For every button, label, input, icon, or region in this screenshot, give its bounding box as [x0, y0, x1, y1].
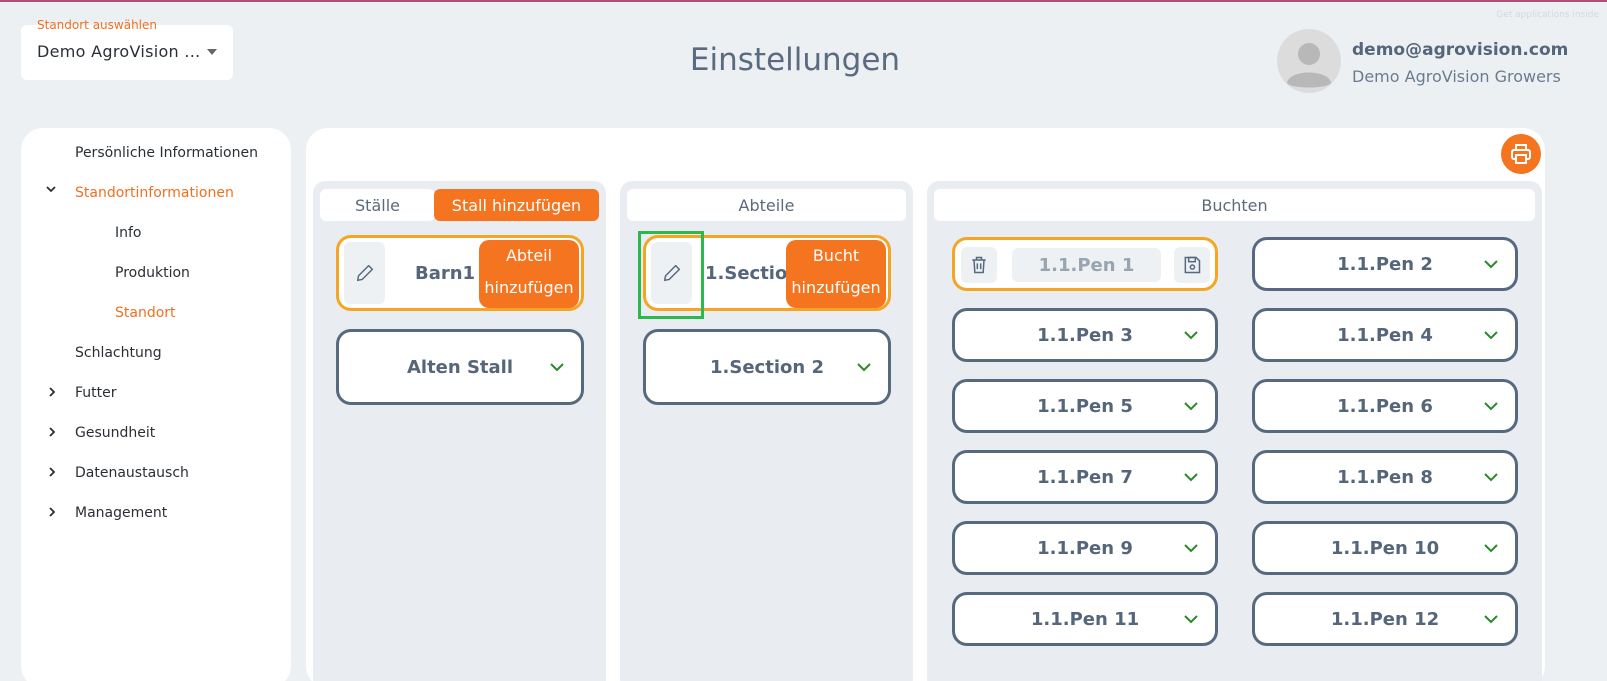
barns-column: Ställe Stall hinzufügen Barn1 Abteil hin…: [313, 181, 606, 681]
pen-card[interactable]: 1.1.Pen 9: [952, 521, 1218, 575]
save-button[interactable]: [1174, 247, 1210, 283]
pen-card-editing[interactable]: [952, 237, 1218, 291]
pen-name-input[interactable]: [1012, 248, 1161, 282]
pencil-icon: [356, 264, 373, 282]
pen-card[interactable]: 1.1.Pen 11: [952, 592, 1218, 646]
barn-name: Alten Stall: [406, 356, 514, 378]
chevron-down-icon: [1184, 544, 1198, 553]
add-section-button[interactable]: Abteil hinzufügen: [479, 240, 579, 308]
pen-card[interactable]: 1.1.Pen 10: [1252, 521, 1518, 575]
tab-barns[interactable]: Ställe: [320, 189, 435, 221]
chevron-down-icon: [857, 363, 871, 372]
sidebar-item-feed[interactable]: Futter: [75, 385, 117, 401]
user-silhouette-icon: [1287, 43, 1331, 88]
pen-card[interactable]: 1.1.Pen 2: [1252, 237, 1518, 291]
chevron-down-icon: [1484, 260, 1498, 269]
pen-name: 1.1.Pen 2: [1337, 253, 1433, 275]
chevron-down-icon: [1184, 402, 1198, 411]
pen-name: 1.1.Pen 4: [1337, 324, 1433, 346]
pen-name: 1.1.Pen 12: [1330, 608, 1440, 630]
add-pen-button[interactable]: Bucht hinzufügen: [786, 240, 886, 308]
delete-button[interactable]: [961, 247, 997, 283]
chevron-down-icon: [1184, 331, 1198, 340]
sidebar-item-management[interactable]: Management: [75, 505, 167, 521]
trash-icon: [972, 256, 986, 274]
chevron-down-icon: [1484, 615, 1498, 624]
user-email: demo@agrovision.com: [1352, 40, 1569, 60]
pens-column: Buchten 1.1.Pen 2 1.1.Pen 3 1.1.Pen 4 1.…: [927, 181, 1542, 681]
barn-card-selected[interactable]: Barn1 Abteil hinzufügen: [336, 235, 584, 311]
chevron-down-icon: [1484, 473, 1498, 482]
sections-header: Abteile: [627, 189, 906, 221]
barn-card[interactable]: Alten Stall: [336, 329, 584, 405]
pen-name: 1.1.Pen 10: [1330, 537, 1440, 559]
avatar[interactable]: [1277, 29, 1341, 93]
chevron-down-icon: [1484, 402, 1498, 411]
pens-header: Buchten: [934, 189, 1535, 221]
pen-name: 1.1.Pen 11: [1030, 608, 1140, 630]
pen-name: 1.1.Pen 6: [1337, 395, 1433, 417]
chevron-right-icon[interactable]: [46, 466, 58, 482]
pen-name: 1.1.Pen 7: [1037, 466, 1133, 488]
sidebar-item-health[interactable]: Gesundheit: [75, 425, 155, 441]
chevron-down-icon: [1184, 473, 1198, 482]
sidebar: [21, 128, 291, 681]
chevron-right-icon[interactable]: [46, 506, 58, 522]
barn-name: Barn1: [415, 262, 476, 284]
chevron-down-icon: [550, 363, 564, 372]
top-accent-line: [0, 0, 1607, 2]
printer-icon: [1511, 144, 1531, 164]
chevron-right-icon[interactable]: [46, 386, 58, 402]
add-pen-label-line1: Bucht: [812, 246, 860, 265]
add-section-label-line1: Abteil: [505, 246, 553, 265]
save-icon: [1184, 256, 1201, 274]
chevron-down-icon: [1184, 615, 1198, 624]
section-card[interactable]: 1.Section 2: [643, 329, 891, 405]
section-name: 1.Section 2: [710, 356, 824, 378]
pen-card[interactable]: 1.1.Pen 3: [952, 308, 1218, 362]
pen-card[interactable]: 1.1.Pen 7: [952, 450, 1218, 504]
add-barn-button[interactable]: Stall hinzufügen: [434, 189, 599, 221]
pen-card[interactable]: 1.1.Pen 8: [1252, 450, 1518, 504]
pen-name: 1.1.Pen 5: [1037, 395, 1133, 417]
corner-note: Get applications inside: [1496, 10, 1599, 20]
location-select-label: Standort auswählen: [37, 18, 157, 32]
sidebar-item-slaughter[interactable]: Schlachtung: [75, 345, 162, 361]
pen-card[interactable]: 1.1.Pen 12: [1252, 592, 1518, 646]
print-button[interactable]: [1501, 134, 1541, 174]
edit-button[interactable]: [344, 242, 385, 304]
user-company: Demo AgroVision Growers: [1352, 67, 1561, 86]
add-pen-label-line2: hinzufügen: [791, 278, 881, 297]
pen-card[interactable]: 1.1.Pen 5: [952, 379, 1218, 433]
sidebar-item-personal-info[interactable]: Persönliche Informationen: [75, 145, 258, 161]
pen-name: 1.1.Pen 9: [1037, 537, 1133, 559]
chevron-down-icon[interactable]: [45, 183, 57, 199]
add-section-label-line2: hinzufügen: [484, 278, 574, 297]
focus-highlight: [638, 231, 704, 319]
sidebar-item-data-exchange[interactable]: Datenaustausch: [75, 465, 189, 481]
sidebar-item-production[interactable]: Produktion: [115, 265, 190, 281]
chevron-right-icon[interactable]: [46, 426, 58, 442]
sidebar-item-info[interactable]: Info: [115, 225, 142, 241]
pen-card[interactable]: 1.1.Pen 6: [1252, 379, 1518, 433]
chevron-down-icon: [1484, 331, 1498, 340]
chevron-down-icon: [1484, 544, 1498, 553]
pen-name: 1.1.Pen 8: [1337, 466, 1433, 488]
sidebar-item-location-info[interactable]: Standortinformationen: [75, 185, 234, 201]
sidebar-item-location[interactable]: Standort: [115, 305, 176, 321]
pen-name: 1.1.Pen 3: [1037, 324, 1133, 346]
pen-card[interactable]: 1.1.Pen 4: [1252, 308, 1518, 362]
